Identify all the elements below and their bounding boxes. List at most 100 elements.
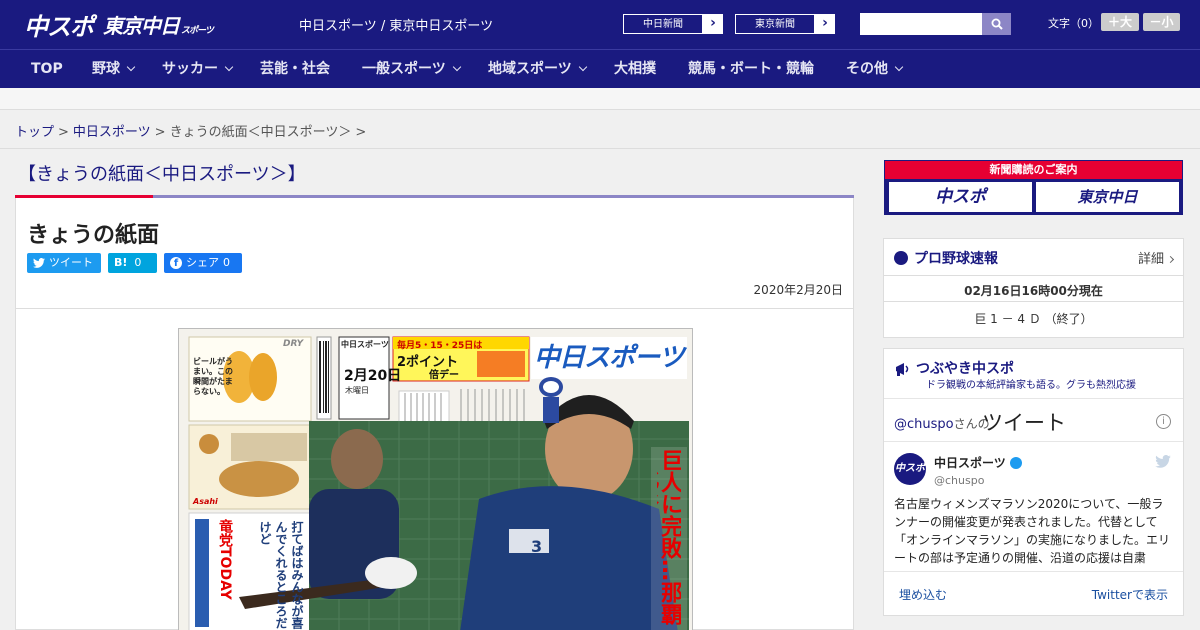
top-header: 中スポ 東京中日 スポーツ 中日スポーツ / 東京中日スポーツ 中日新聞 › 東京… [0,0,1200,49]
nav-label: TOP [31,61,63,77]
chunichi-shimbun-label: 中日新聞 [623,14,703,34]
info-icon[interactable]: i [1156,414,1171,429]
chevron-down-icon [126,62,136,72]
nav-item-racing[interactable]: 競馬・ボート・競輪 [688,50,814,89]
chuspo-logo[interactable]: 中スポ [24,7,94,42]
nav-label: 野球 [92,61,120,77]
hatena-bookmark-button[interactable]: B! 0 [108,253,157,273]
paper-company: Asahi [193,497,218,506]
baseball-card-title-text: プロ野球速報 [914,251,998,267]
search-input[interactable] [860,13,982,35]
breadcrumb-top-link[interactable]: トップ [15,125,54,140]
chevron-down-icon [452,62,461,72]
twitter-timeline-footer: 埋め込む Twitterで表示 [884,571,1183,613]
article-date: 2020年2月20日 [753,283,843,297]
nav-item-entertainment[interactable]: 芸能・社会 [260,50,330,89]
chevron-right-icon: › [822,15,828,31]
subscribe-banner: 新聞購読のご案内 中スポ 東京中日 [884,160,1183,215]
search-button[interactable] [982,13,1011,35]
timeline-tweets-word: ツイート [982,411,1066,435]
subscribe-title: 新聞購読のご案内 [885,161,1182,179]
baseball-detail-label: 詳細 [1137,252,1164,267]
nav-label: その他 [846,61,888,77]
tweet-button[interactable]: ツイート [27,253,101,273]
facebook-icon: f [170,257,182,269]
tokyo-shimbun-link[interactable]: 東京新聞 › [734,13,836,35]
nav-item-soccer[interactable]: サッカー [162,50,234,89]
breadcrumb-separator: > [154,125,166,140]
subscribe-tokyo-chunichi-button[interactable]: 東京中日 [1036,182,1179,212]
breadcrumb: トップ > 中日スポーツ > きょうの紙面＜中日スポーツ＞ > [15,121,370,140]
tokyo-chunichi-logo-text: 東京中日 [103,13,180,38]
avatar[interactable]: 中スポ [894,453,926,485]
breadcrumb-separator: > [355,125,367,140]
tweet-text: 名古屋ウィメンズマラソン2020について、一般ランナーの開催変更が発表されました… [894,497,1171,565]
nav-label: 地域スポーツ [488,61,572,77]
site-name: 中日スポーツ / 東京中日スポーツ [299,19,494,34]
article-title: きょうの紙面 [27,223,160,248]
nav-item-general-sports[interactable]: 一般スポーツ [362,50,461,89]
twitter-card-title-text: つぶやき中スポ [916,361,1014,377]
hatena-count: 0 [134,256,142,269]
paper-player-number: 3 [531,537,543,556]
facebook-share-label: シェア [186,256,219,269]
nav-label: 一般スポーツ [362,61,446,77]
nav-item-regional-sports[interactable]: 地域スポーツ [488,50,587,89]
nav-label: サッカー [162,61,218,77]
search-icon [991,18,1003,30]
paper-sub-headline: 竜党TODAY [217,519,233,600]
breadcrumb-divider [0,148,1200,149]
paper-point-line1: 毎月5・15・25日は [397,341,483,351]
twitter-card-title: つぶやき中スポ [894,358,1014,378]
nav-item-baseball[interactable]: 野球 [92,50,136,89]
baseball-card-title: プロ野球速報 [894,248,998,268]
nav-item-sumo[interactable]: 大相撲 [614,50,656,89]
paper-ad-top: ビールがうまい。この瞬間がたまらない。 [193,357,233,396]
twitter-card-subtitle: ドラ観戦の本紙評論家も語る。グラも熱烈応援 [926,380,1136,391]
paper-date-box-name: 中日スポーツ [341,340,389,349]
chevron-right-icon [1166,255,1175,264]
baseball-detail-link[interactable]: 詳細 [1137,248,1175,267]
section-title: 【きょうの紙面＜中日スポーツ＞】 [18,164,306,185]
paper-date-box-weekday: 木曜日 [345,386,369,395]
chevron-down-icon [894,62,904,72]
verified-badge-icon [1009,456,1022,469]
site-logo[interactable]: 中スポ 東京中日 スポーツ [24,7,214,42]
nav-item-other[interactable]: その他 [846,50,904,89]
newspaper-front-page[interactable]: 中日スポーツ 中日スポーツ 2月20日 木曜日 ビールがうまい。この瞬間がたまら… [178,328,693,630]
chevron-down-icon [578,62,587,72]
paper-date-box-date: 2月20日 [344,368,402,384]
article-divider [16,308,853,309]
chunichi-shimbun-link[interactable]: 中日新聞 › [622,13,724,35]
nav-item-top[interactable]: TOP [31,50,63,89]
embed-link[interactable]: 埋め込む [899,586,947,603]
tweet-author-name-text[interactable]: 中日スポーツ [934,456,1006,470]
paper-headline: 巨人に完敗…那覇→北谷 [657,449,681,625]
main-nav: TOP 野球 サッカー 芸能・社会 一般スポーツ 地域スポーツ 大相撲 競馬・ボ… [0,49,1200,88]
view-on-twitter-link[interactable]: Twitterで表示 [1092,586,1168,603]
timeline-handle: @chuspoさんの [894,415,990,432]
nav-label: 芸能・社会 [260,61,330,77]
facebook-share-button[interactable]: f シェア 0 [164,253,242,273]
subscribe-chuspo-button[interactable]: 中スポ [889,182,1032,212]
font-smaller-button[interactable]: －小 [1143,13,1180,31]
subnav-band [0,88,1200,110]
twitter-bird-icon[interactable] [1155,455,1171,468]
baseball-score[interactable]: 巨 1 － 4 Ｄ （終了） [884,301,1183,327]
chevron-right-icon: › [710,15,716,31]
tweet-label: ツイート [49,256,93,269]
paper-ad-brand: DRY [283,339,304,349]
baseball-update-time: 02月16日16時00分現在 [884,275,1183,299]
tokyo-chunichi-logo[interactable]: 東京中日 スポーツ [103,10,214,39]
timeline-handle-link[interactable]: @chuspo [894,417,954,432]
font-bigger-button[interactable]: ＋大 [1101,13,1139,31]
font-size-label: 文字（0） [1048,17,1099,30]
article: きょうの紙面 ツイート B! 0 f シェア 0 2020年2月20日 中日スポ… [15,198,854,630]
chevron-down-icon [224,62,234,72]
nav-label: 競馬・ボート・競輪 [688,61,814,77]
breadcrumb-chuspo-link[interactable]: 中日スポーツ [73,125,151,140]
tweet-author-username[interactable]: @chuspo [934,474,984,487]
twitter-card: つぶやき中スポ ドラ観戦の本紙評論家も語る。グラも熱烈応援 @chuspoさんの… [883,348,1184,616]
baseball-score-card: プロ野球速報 詳細 02月16日16時00分現在 巨 1 － 4 Ｄ （終了） [883,238,1184,338]
paper-sub-text: 打てばはみんなが喜んでくれるところだけど [258,521,304,629]
